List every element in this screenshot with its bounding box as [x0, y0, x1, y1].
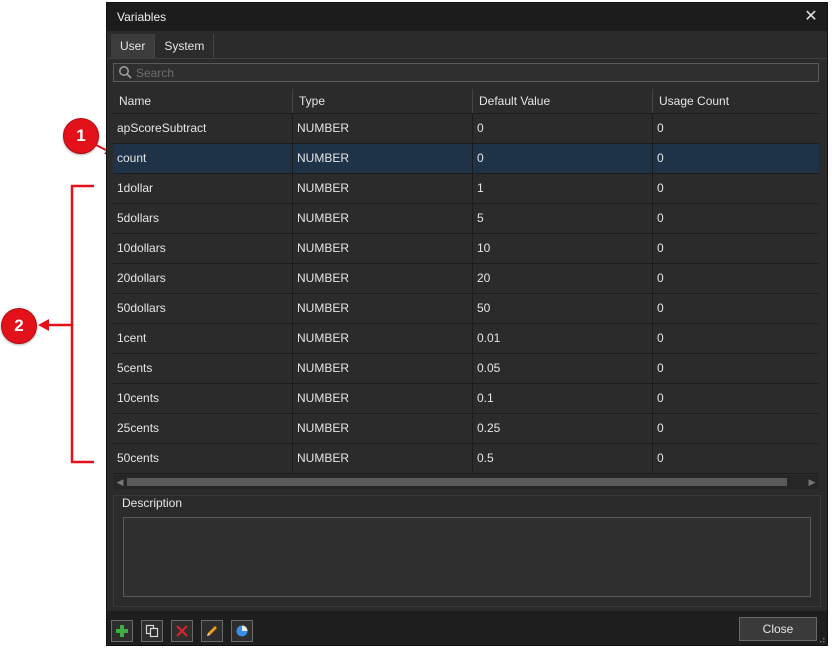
- cell-usage-count: 0: [657, 361, 664, 375]
- cell-type: NUMBER: [293, 444, 473, 473]
- table-row[interactable]: 5cents NUMBER 0.05 0: [113, 354, 819, 384]
- cell-default-value: 1: [473, 174, 653, 203]
- cell-type: NUMBER: [293, 264, 473, 293]
- cell-name: 5cents: [113, 354, 293, 383]
- search-box[interactable]: [113, 63, 819, 82]
- cell-default-value: 50: [473, 294, 653, 323]
- cell-usage-count: 0: [657, 241, 664, 255]
- cell-name: 10cents: [113, 384, 293, 413]
- bottom-toolbar: Close: [107, 611, 827, 645]
- variables-table: Name Type Default Value Usage Count apSc…: [113, 89, 819, 489]
- cell-usage-count: 0: [657, 121, 664, 135]
- cell-default-value: 0.5: [473, 444, 653, 473]
- horizontal-scrollbar[interactable]: ◀ ▶: [113, 475, 819, 489]
- cell-default-value: 5: [473, 204, 653, 233]
- tab-user[interactable]: User: [111, 34, 156, 58]
- cell-type: NUMBER: [293, 354, 473, 383]
- cell-default-value: 0.01: [473, 324, 653, 353]
- duplicate-icon: [145, 624, 159, 638]
- cell-name: 10dollars: [113, 234, 293, 263]
- cell-name: 5dollars: [113, 204, 293, 233]
- cell-usage-count: 0: [657, 331, 664, 345]
- table-row[interactable]: 25cents NUMBER 0.25 0: [113, 414, 819, 444]
- search-icon: [119, 66, 132, 79]
- window-title: Variables: [117, 10, 167, 24]
- table-row[interactable]: 1dollar NUMBER 1 0: [113, 174, 819, 204]
- cell-default-value: 0.1: [473, 384, 653, 413]
- table-row[interactable]: 20dollars NUMBER 20 0: [113, 264, 819, 294]
- cell-usage-count: 0: [657, 421, 664, 435]
- cell-type: NUMBER: [293, 204, 473, 233]
- cell-usage-count: 0: [657, 391, 664, 405]
- resize-grip-icon[interactable]: [817, 635, 825, 643]
- close-button[interactable]: Close: [739, 617, 817, 641]
- scroll-left-icon[interactable]: ◀: [113, 475, 127, 489]
- usage-chart-icon: [236, 625, 248, 637]
- scroll-right-icon[interactable]: ▶: [805, 475, 819, 489]
- cell-usage-count: 0: [657, 301, 664, 315]
- cell-usage-count: 0: [657, 181, 664, 195]
- table-row[interactable]: 10dollars NUMBER 10 0: [113, 234, 819, 264]
- cell-default-value: 10: [473, 234, 653, 263]
- search-input[interactable]: [136, 64, 806, 81]
- cell-default-value: 0: [473, 114, 653, 143]
- cell-name: 1cent: [113, 324, 293, 353]
- cell-name: 20dollars: [113, 264, 293, 293]
- table-row[interactable]: 10cents NUMBER 0.1 0: [113, 384, 819, 414]
- column-header-default-value[interactable]: Default Value: [473, 89, 653, 113]
- table-row[interactable]: 5dollars NUMBER 5 0: [113, 204, 819, 234]
- tab-divider: [107, 58, 827, 59]
- arrow-head-2: [38, 319, 49, 331]
- cell-default-value: 0.05: [473, 354, 653, 383]
- add-variable-button[interactable]: [111, 620, 133, 642]
- cell-type: NUMBER: [293, 384, 473, 413]
- delete-icon: [176, 625, 188, 637]
- tab-bar: User System: [111, 34, 215, 58]
- cell-type: NUMBER: [293, 234, 473, 263]
- cell-name: 50dollars: [113, 294, 293, 323]
- column-header-usage-count[interactable]: Usage Count: [653, 89, 819, 113]
- description-group: Description: [113, 495, 821, 607]
- delete-variable-button[interactable]: [171, 620, 193, 642]
- edit-variable-button[interactable]: [201, 620, 223, 642]
- table-row[interactable]: apScoreSubtract NUMBER 0 0: [113, 114, 819, 144]
- cell-type: NUMBER: [293, 414, 473, 443]
- description-field[interactable]: [123, 517, 811, 597]
- tab-system[interactable]: System: [155, 34, 215, 58]
- usage-button[interactable]: [231, 620, 253, 642]
- cell-default-value: 0.25: [473, 414, 653, 443]
- table-row[interactable]: 50dollars NUMBER 50 0: [113, 294, 819, 324]
- cell-name: apScoreSubtract: [113, 114, 293, 143]
- cell-type: NUMBER: [293, 114, 473, 143]
- cell-usage-count: 0: [657, 151, 664, 165]
- variables-dialog: Variables ✕ User System Name Type Defaul…: [106, 2, 828, 646]
- cell-name: 25cents: [113, 414, 293, 443]
- add-icon: [116, 625, 128, 637]
- cell-name: count: [113, 144, 293, 173]
- duplicate-variable-button[interactable]: [141, 620, 163, 642]
- cell-type: NUMBER: [293, 294, 473, 323]
- cell-default-value: 0: [473, 144, 653, 173]
- scrollbar-thumb[interactable]: [127, 478, 787, 486]
- cell-usage-count: 0: [657, 271, 664, 285]
- column-header-name[interactable]: Name: [113, 89, 293, 113]
- column-header-type[interactable]: Type: [293, 89, 473, 113]
- description-label: Description: [122, 496, 183, 510]
- table-row[interactable]: 1cent NUMBER 0.01 0: [113, 324, 819, 354]
- title-bar: Variables ✕: [107, 3, 827, 31]
- edit-icon: [207, 626, 217, 636]
- cell-type: NUMBER: [293, 174, 473, 203]
- table-row-selected[interactable]: count NUMBER 0 0: [113, 144, 819, 174]
- cell-type: NUMBER: [293, 144, 473, 173]
- table-header: Name Type Default Value Usage Count: [113, 89, 819, 114]
- cell-usage-count: 0: [657, 451, 664, 465]
- cell-default-value: 20: [473, 264, 653, 293]
- cell-type: NUMBER: [293, 324, 473, 353]
- cell-name: 1dollar: [113, 174, 293, 203]
- close-icon[interactable]: ✕: [801, 7, 821, 27]
- cell-usage-count: 0: [657, 211, 664, 225]
- cell-name: 50cents: [113, 444, 293, 473]
- annotation-arrows: [38, 144, 110, 464]
- table-row[interactable]: 50cents NUMBER 0.5 0: [113, 444, 819, 474]
